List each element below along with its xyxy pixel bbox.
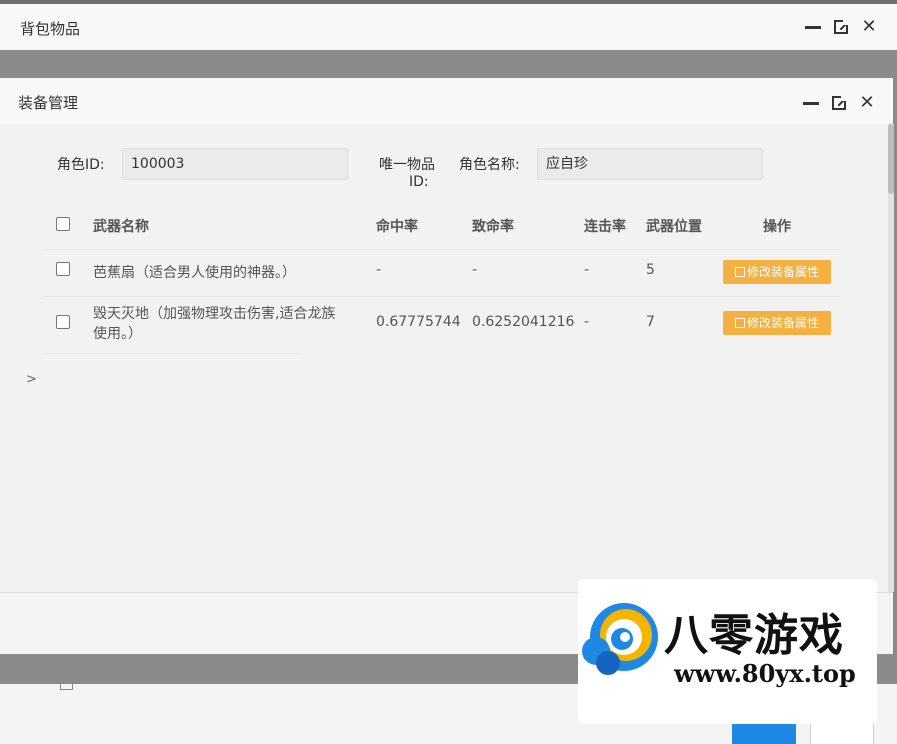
expand-toggle[interactable]: > (26, 372, 37, 387)
column-header-hit-rate: 命中率 (376, 219, 418, 235)
hit-rate: 0.67775744 (376, 314, 461, 330)
weapon-name: 毁天灭地（加强物理攻击伤害,适合龙族 (93, 306, 336, 322)
item-id-label-line1: 唯一物品 (379, 157, 435, 173)
equipment-dialog-title: 装备管理 (18, 94, 79, 112)
column-header-crit-rate: 致命率 (472, 219, 514, 235)
weapon-name-cont: 使用。） (93, 326, 142, 342)
watermark-url: www.80yx.top (674, 659, 856, 688)
table-row: 毁天灭地（加强物理攻击伤害,适合龙族 使用。） 0.67775744 0.625… (44, 297, 840, 353)
column-header-weapon-name: 武器名称 (93, 219, 149, 235)
edit-equipment-button[interactable]: 修改装备属性 (723, 260, 831, 284)
row-checkbox[interactable] (56, 262, 70, 276)
swirl-logo-icon (582, 603, 658, 675)
crit-rate: 0.6252041216 (472, 314, 575, 330)
select-all-checkbox[interactable] (56, 217, 70, 231)
watermark-brand-name: 八零游戏 (664, 610, 844, 661)
column-header-weapon-slot: 武器位置 (646, 219, 702, 235)
equipment-management-dialog: 装备管理 ✕ 角色ID: 100003 唯一物品 ID: 角色名称: 应自珍 武… (0, 78, 894, 654)
close-icon[interactable]: ✕ (858, 94, 876, 112)
table-row: 芭蕉扇（适合男人使用的神器。） - - - 5 修改装备属性 (44, 250, 840, 296)
edit-equipment-label: 修改装备属性 (746, 316, 819, 330)
backpack-window-controls: ✕ (804, 18, 878, 36)
maximize-icon[interactable] (830, 94, 848, 112)
equipment-dialog-controls: ✕ (802, 94, 876, 112)
maximize-icon[interactable] (832, 18, 850, 36)
combo-rate: - (584, 314, 590, 330)
hit-rate: - (376, 262, 382, 278)
close-icon[interactable]: ✕ (860, 18, 878, 36)
table-header-row: 武器名称 命中率 致命率 连击率 武器位置 操作 (44, 206, 840, 250)
edit-icon (734, 318, 745, 328)
role-name-field[interactable]: 应自珍 (537, 148, 763, 180)
equipment-dialog-header: 装备管理 ✕ (0, 78, 893, 124)
crit-rate: - (472, 262, 478, 278)
role-name-label: 角色名称: (459, 157, 520, 173)
footer-checkbox[interactable] (60, 684, 73, 690)
watermark: 八零游戏 www.80yx.top (578, 579, 877, 724)
weapon-name: 芭蕉扇（适合男人使用的神器。） (93, 265, 296, 281)
minimize-icon[interactable] (804, 18, 822, 36)
row-divider (44, 353, 300, 354)
item-id-label-line2: ID: (409, 174, 429, 190)
backpack-window-title: 背包物品 (20, 20, 81, 38)
edit-icon (734, 267, 745, 277)
column-header-actions: 操作 (763, 219, 791, 235)
weapon-slot: 7 (646, 314, 655, 330)
edit-equipment-button[interactable]: 修改装备属性 (723, 311, 831, 335)
weapon-slot: 5 (646, 262, 655, 278)
column-header-combo-rate: 连击率 (584, 219, 626, 235)
role-id-field[interactable]: 100003 (122, 148, 348, 180)
backpack-window-header: 背包物品 ✕ (0, 4, 897, 50)
edit-equipment-label: 修改装备属性 (746, 265, 819, 279)
combo-rate: - (584, 262, 590, 278)
row-checkbox[interactable] (56, 315, 70, 329)
dialog-scrollbar[interactable] (888, 124, 894, 592)
scrollbar-thumb[interactable] (888, 124, 894, 194)
minimize-icon[interactable] (802, 94, 820, 112)
role-id-label: 角色ID: (57, 157, 105, 173)
